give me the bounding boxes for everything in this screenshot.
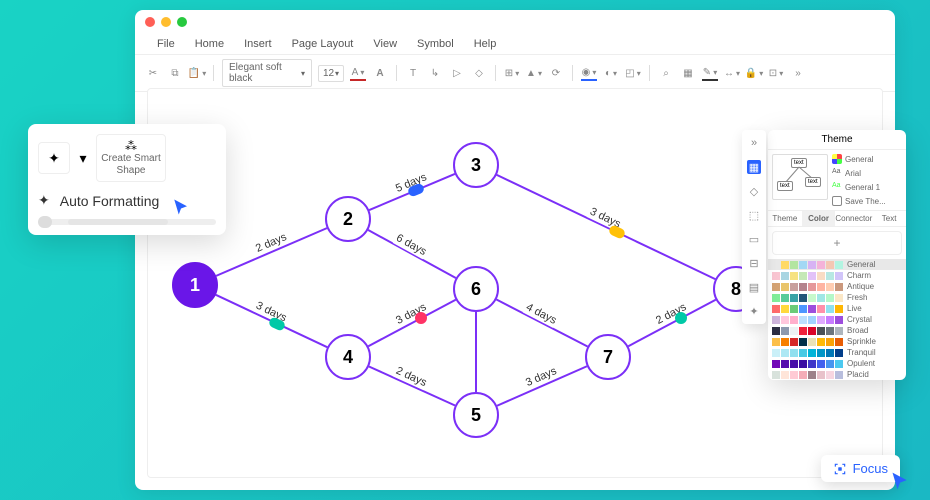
palette-row[interactable]: General	[768, 259, 906, 270]
cursor-icon	[172, 198, 190, 221]
preset-option[interactable]: Save The...	[832, 196, 902, 206]
titlebar	[135, 10, 895, 34]
toolbar: ✂ ⧉ 📋 Elegant soft black▾ 12▾ A A T ↳ ▷ …	[135, 55, 895, 92]
align-icon[interactable]: ⊞	[504, 65, 520, 81]
font-color-icon[interactable]: A	[350, 65, 366, 81]
spark-icon[interactable]: ✦	[38, 142, 70, 174]
arrow-style-icon[interactable]: ↔	[724, 65, 740, 81]
palette-row[interactable]: Fresh	[768, 292, 906, 303]
menu-help[interactable]: Help	[464, 34, 507, 54]
theme-preview: text text text	[772, 154, 828, 200]
node-6[interactable]: 6	[453, 266, 499, 312]
preset-option[interactable]: AaArial	[832, 168, 902, 178]
node-5[interactable]: 5	[453, 392, 499, 438]
preset-option[interactable]: General	[832, 154, 902, 164]
side-icon-rail: » ▦ ◇ ⬚ ▭ ⊟ ▤ ✦	[742, 130, 766, 324]
copy-icon[interactable]: ⧉	[167, 65, 183, 81]
node-2[interactable]: 2	[325, 196, 371, 242]
theme-panel: » ▦ ◇ ⬚ ▭ ⊟ ▤ ✦ Theme text text text Gen…	[768, 130, 906, 380]
palette-row[interactable]: Opulent	[768, 358, 906, 369]
node-3[interactable]: 3	[453, 142, 499, 188]
menu-view[interactable]: View	[363, 34, 407, 54]
settings-icon[interactable]: ✦	[747, 304, 761, 318]
node-1[interactable]: 1	[172, 262, 218, 308]
text-tool-icon[interactable]: T	[405, 65, 421, 81]
expand-icon[interactable]: »	[747, 136, 761, 150]
shape-icon[interactable]: ◇	[471, 65, 487, 81]
theme-tab-theme[interactable]: Theme	[768, 211, 802, 226]
theme-title: Theme	[768, 130, 906, 150]
menubar: FileHomeInsertPage LayoutViewSymbolHelp	[135, 34, 895, 55]
palette-row[interactable]: Antique	[768, 281, 906, 292]
node-4[interactable]: 4	[325, 334, 371, 380]
layers-icon[interactable]: ⬚	[747, 208, 761, 222]
menu-symbol[interactable]: Symbol	[407, 34, 464, 54]
auto-format-popup: ✦ ▾ ⁂ Create Smart Shape ✦ Auto Formatti…	[28, 124, 226, 235]
close-icon[interactable]	[145, 17, 155, 27]
grid-icon[interactable]: ▦	[747, 160, 761, 174]
cut-icon[interactable]: ✂	[145, 65, 161, 81]
focus-button[interactable]: Focus	[821, 455, 900, 482]
chevron-down-icon[interactable]: ▾	[78, 142, 88, 174]
menu-home[interactable]: Home	[185, 34, 234, 54]
palette-row[interactable]: Sprinkle	[768, 336, 906, 347]
layers-icon[interactable]: ▲	[526, 65, 542, 81]
search-icon[interactable]: ⌕	[658, 65, 674, 81]
connector-icon[interactable]: ↳	[427, 65, 443, 81]
paste-icon[interactable]: 📋	[189, 65, 205, 81]
table-icon[interactable]: ▤	[747, 280, 761, 294]
menu-page-layout[interactable]: Page Layout	[282, 34, 364, 54]
grid-icon[interactable]: ▦	[680, 65, 696, 81]
cursor-icon	[890, 471, 910, 496]
minimize-icon[interactable]	[161, 17, 171, 27]
overflow-icon[interactable]: »	[790, 65, 806, 81]
add-button[interactable]: +	[772, 231, 902, 255]
edge-marker	[415, 312, 427, 324]
edge-marker	[675, 312, 687, 324]
palette-row[interactable]: Live	[768, 303, 906, 314]
palette-row[interactable]: Tranquil	[768, 347, 906, 358]
line-icon[interactable]: ✎	[702, 65, 718, 81]
theme-tab-text[interactable]: Text	[872, 211, 906, 226]
font-size-select[interactable]: 12▾	[318, 65, 344, 82]
palette-row[interactable]: Crystal	[768, 314, 906, 325]
lock-icon[interactable]: 🔒	[746, 65, 762, 81]
theme-tab-connector[interactable]: Connector	[835, 211, 872, 226]
font-select[interactable]: Elegant soft black▾	[222, 59, 312, 87]
pointer-icon[interactable]: ▷	[449, 65, 465, 81]
node-7[interactable]: 7	[585, 334, 631, 380]
opacity-icon[interactable]: ◐	[603, 65, 619, 81]
crop-icon[interactable]: ◰	[625, 65, 641, 81]
preset-option[interactable]: AaGeneral 1	[832, 182, 902, 192]
maximize-icon[interactable]	[177, 17, 187, 27]
text-icon[interactable]: ⊟	[747, 256, 761, 270]
slider[interactable]	[38, 219, 216, 225]
create-smart-shape-button[interactable]: ⁂ Create Smart Shape	[96, 134, 166, 182]
page-icon[interactable]: ▭	[747, 232, 761, 246]
focus-icon	[833, 462, 847, 476]
palette-row[interactable]: Charm	[768, 270, 906, 281]
shape-icon[interactable]: ◇	[747, 184, 761, 198]
fill-icon[interactable]: ◉	[581, 65, 597, 81]
menu-file[interactable]: File	[147, 34, 185, 54]
theme-tab-color[interactable]: Color	[802, 211, 836, 226]
menu-insert[interactable]: Insert	[234, 34, 282, 54]
palette-row[interactable]: Placid	[768, 369, 906, 380]
rotate-icon[interactable]: ⟳	[548, 65, 564, 81]
palette-row[interactable]: Broad	[768, 325, 906, 336]
more-icon[interactable]: ⊡	[768, 65, 784, 81]
bold-icon[interactable]: A	[372, 65, 388, 81]
